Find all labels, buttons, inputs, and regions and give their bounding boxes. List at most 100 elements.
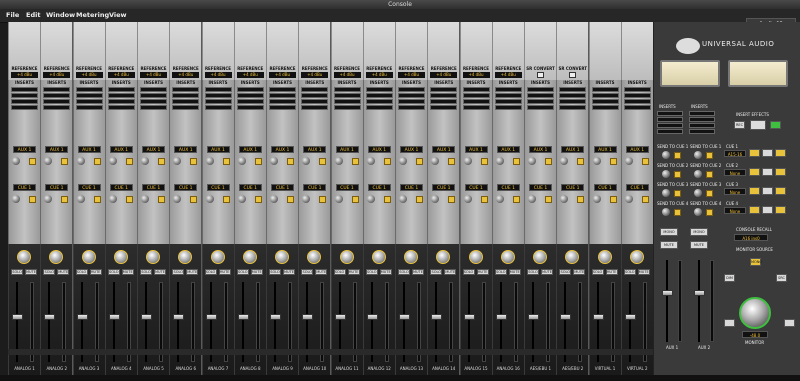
insert-slot[interactable] xyxy=(333,87,361,92)
insert-slot[interactable] xyxy=(623,87,651,92)
aux-send-knob[interactable] xyxy=(399,157,407,165)
insert-slot[interactable] xyxy=(204,105,232,110)
cue-send-knob[interactable] xyxy=(624,195,633,203)
fader-handle[interactable] xyxy=(237,314,249,320)
insert-slot[interactable] xyxy=(430,99,458,104)
send-knob[interactable] xyxy=(694,151,702,159)
fader-handle[interactable] xyxy=(560,314,572,320)
cue-select[interactable]: CUE 1 xyxy=(109,184,133,191)
aux-send-knob[interactable] xyxy=(560,157,569,165)
insert-slot[interactable] xyxy=(689,123,715,128)
cue-pre-button[interactable] xyxy=(29,196,36,203)
insert-slot[interactable] xyxy=(430,93,458,98)
insert-slot[interactable] xyxy=(75,93,103,98)
insert-slot[interactable] xyxy=(204,99,232,104)
insert-slot[interactable] xyxy=(398,87,425,92)
cue-pre-button[interactable] xyxy=(351,196,359,203)
insert-slot[interactable] xyxy=(172,93,200,98)
cue-send-knob[interactable] xyxy=(463,195,472,203)
insert-slot[interactable] xyxy=(11,87,38,92)
fader-handle[interactable] xyxy=(108,314,120,320)
insert-slot[interactable] xyxy=(462,105,490,110)
insert-slot[interactable] xyxy=(365,105,393,110)
aux-select[interactable]: AUX 1 xyxy=(271,146,294,153)
channel-name[interactable]: ANALOG 10 xyxy=(299,366,330,371)
aux-select[interactable]: AUX 1 xyxy=(529,146,552,153)
fader-handle[interactable] xyxy=(495,314,507,320)
insert-slot[interactable] xyxy=(657,111,683,116)
insert-slot[interactable] xyxy=(43,93,71,98)
mute-button[interactable]: MUTE xyxy=(186,269,199,275)
cue-pre-button[interactable] xyxy=(512,196,520,203)
insert-slot[interactable] xyxy=(527,87,554,92)
cue-mute-button[interactable] xyxy=(775,168,786,176)
cue-send-knob[interactable] xyxy=(108,195,117,203)
dim-button[interactable]: DIM xyxy=(724,274,735,282)
reference-select[interactable]: +4 dBu xyxy=(107,72,135,78)
solo-button[interactable]: SOLO xyxy=(11,269,23,275)
sr-convert-checkbox[interactable] xyxy=(537,72,544,78)
fader-handle[interactable] xyxy=(528,314,539,320)
cue-select[interactable]: CUE 1 xyxy=(561,184,585,191)
pan-knob[interactable] xyxy=(597,250,612,264)
mono-button[interactable]: MONO xyxy=(690,228,708,236)
cue-output-select[interactable]: None xyxy=(724,207,746,214)
insert-slot[interactable] xyxy=(140,93,167,98)
mute-button[interactable]: MUTE xyxy=(379,269,392,275)
send-knob[interactable] xyxy=(662,208,670,216)
cue-send-knob[interactable] xyxy=(366,195,375,203)
cue-output-select[interactable]: None xyxy=(724,188,746,195)
channel-name[interactable]: AES/EBU 1 xyxy=(525,366,556,371)
channel-name[interactable]: ANALOG 8 xyxy=(235,366,266,371)
send-pre-button[interactable] xyxy=(674,209,681,216)
insert-slot[interactable] xyxy=(43,99,71,104)
fader-handle[interactable] xyxy=(44,314,56,320)
insert-slot[interactable] xyxy=(559,105,587,110)
aux-pre-button[interactable] xyxy=(545,158,552,165)
insert-slot[interactable] xyxy=(140,105,167,110)
aux-send-knob[interactable] xyxy=(624,157,633,165)
cue-mix-button[interactable] xyxy=(762,187,773,195)
aux-pre-button[interactable] xyxy=(351,158,359,165)
aux-pre-button[interactable] xyxy=(125,158,133,165)
cue-output-select[interactable]: None xyxy=(724,169,746,176)
aux-send-knob[interactable] xyxy=(495,157,504,165)
cue-pre-button[interactable] xyxy=(125,196,133,203)
solo-button[interactable]: SOLO xyxy=(623,269,636,275)
pan-knob[interactable] xyxy=(275,250,289,264)
pan-knob[interactable] xyxy=(436,250,451,264)
solo-button[interactable]: SOLO xyxy=(172,269,185,275)
send-pre-button[interactable] xyxy=(674,190,681,197)
insert-slot[interactable] xyxy=(107,93,135,98)
cue-pre-button[interactable] xyxy=(480,196,488,203)
fader-handle[interactable] xyxy=(592,314,604,320)
aux-select[interactable]: AUX 1 xyxy=(593,146,617,153)
insert-slot[interactable] xyxy=(657,129,683,134)
aux-pre-button[interactable] xyxy=(577,158,585,165)
pan-knob[interactable] xyxy=(113,250,128,264)
cue-select[interactable]: CUE 1 xyxy=(303,184,327,191)
mute-button[interactable]: MUTE xyxy=(660,241,678,249)
menu-edit[interactable]: Edit xyxy=(26,9,40,22)
insert-slot[interactable] xyxy=(172,105,200,110)
send-pre-button[interactable] xyxy=(674,171,681,178)
send-knob[interactable] xyxy=(694,189,702,197)
cue-send-knob[interactable] xyxy=(12,195,20,203)
aux-pre-button[interactable] xyxy=(61,158,69,165)
aux2-fader[interactable] xyxy=(694,290,705,296)
cue-send-knob[interactable] xyxy=(173,195,182,203)
insert-slot[interactable] xyxy=(172,99,200,104)
channel-name[interactable]: VIRTUAL 1 xyxy=(590,366,621,371)
fader-handle[interactable] xyxy=(463,314,475,320)
cue-send-knob[interactable] xyxy=(528,195,536,203)
menu-window[interactable]: Window xyxy=(46,9,75,22)
insert-slot[interactable] xyxy=(107,105,135,110)
mute-button[interactable]: MUTE xyxy=(573,269,586,275)
aux-pre-button[interactable] xyxy=(383,158,391,165)
cue-pre-button[interactable] xyxy=(383,196,391,203)
reference-select[interactable]: +4 dBu xyxy=(236,72,264,78)
cue-pre-button[interactable] xyxy=(641,196,649,203)
insert-slot[interactable] xyxy=(591,105,619,110)
insert-slot[interactable] xyxy=(107,99,135,104)
channel-name[interactable]: ANALOG 5 xyxy=(138,366,169,371)
